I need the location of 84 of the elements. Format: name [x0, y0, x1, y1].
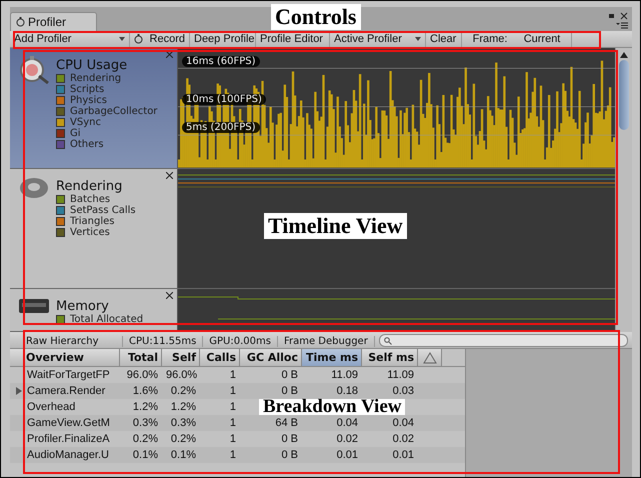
table-cell-text: 0.04: [336, 417, 359, 429]
gpu-time: GPU:0.00ms: [203, 336, 278, 347]
toolbar-button[interactable]: Profile Editor: [256, 31, 330, 47]
column-header[interactable]: Self: [162, 349, 200, 366]
table-cell-text: 1: [228, 369, 237, 381]
table-cell-text: 11.09: [386, 369, 415, 381]
table-cell-text: 0.1%: [132, 449, 159, 461]
profiler-module[interactable]: CPU Usage Rendering Scripts Physics GarbageCollector VSync Gi Others: [10, 48, 178, 168]
dropdown[interactable]: Active Profiler: [330, 31, 426, 47]
table-cell-text: 96.0%: [165, 369, 198, 381]
view-dropdown[interactable]: Raw Hierarchy: [10, 336, 123, 347]
sample-name[interactable]: Camera.Render: [10, 385, 120, 397]
table-cell-text: 0.2%: [132, 433, 159, 445]
table-cell-text: 1: [228, 433, 237, 445]
legend-label: Gi: [70, 128, 81, 139]
legend-label: Batches: [70, 194, 110, 205]
table-cell-text: 0.2%: [170, 433, 197, 445]
annotation-label: Timeline View: [264, 213, 407, 239]
table-cell-text: 0 B: [280, 433, 299, 445]
toolbar-button[interactable]: Deep Profile: [190, 31, 256, 47]
profiler-module[interactable]: Rendering Batches SetPass Calls Triangles Vertices: [10, 168, 178, 288]
table-cell-text: 0 B: [280, 369, 299, 381]
legend-label: Total Allocated: [70, 314, 144, 326]
table-cell-text: 64 B: [274, 417, 299, 429]
guide-label: 5ms (200FPS): [182, 122, 260, 133]
column-header[interactable]: Overview: [10, 349, 120, 366]
table-cell-text: 0.01: [336, 449, 359, 461]
table-cell-text: 1: [228, 401, 237, 413]
table-cell-text: 0.04: [392, 417, 415, 429]
column-header[interactable]: Self ms: [362, 349, 418, 366]
table-cell-text: 1: [228, 417, 237, 429]
dropdown[interactable]: Add Profiler: [10, 31, 130, 47]
table-cell-text: 0 B: [280, 449, 299, 461]
record-button[interactable]: Record: [130, 31, 190, 47]
legend-label: Vertices: [70, 226, 110, 238]
legend-label: Others: [70, 139, 104, 150]
column-header[interactable]: Time ms: [302, 349, 362, 366]
table-cell-text: 0.18: [336, 385, 359, 397]
legend-label: Physics: [70, 95, 107, 106]
table-cell-text: 1: [228, 385, 237, 397]
legend-label: VSync: [70, 117, 101, 128]
table-cell-text: 0.03: [392, 385, 415, 397]
table-cell-text: 0.3%: [170, 417, 197, 429]
column-header[interactable]: Calls: [200, 349, 240, 366]
legend-label: Triangles: [70, 216, 114, 227]
module-title: CPU Usage: [56, 58, 128, 73]
cpu-time: CPU:11.55ms: [123, 336, 204, 347]
annotation-label: Breakdown View: [259, 399, 406, 415]
column-header[interactable]: Total: [120, 349, 162, 366]
frame-label: Frame:: [472, 33, 508, 45]
window-title: Profiler: [28, 15, 66, 29]
legend-label: Scripts: [70, 84, 104, 95]
table-cell-text: 1.2%: [170, 401, 197, 413]
frame-value: Current: [524, 33, 560, 45]
legend-label: Rendering: [70, 73, 122, 84]
legend-label: SetPass Calls: [70, 204, 136, 216]
table-cell-text: 0.1%: [170, 449, 197, 461]
guide-label: 16ms (60FPS): [182, 56, 260, 67]
sample-name[interactable]: Profiler.FinalizeA: [10, 433, 120, 445]
table-cell-text: 0.02: [392, 433, 415, 445]
frame-debugger-button[interactable]: Frame Debugger: [278, 336, 375, 347]
legend-label: GarbageCollector: [70, 106, 158, 117]
table-cell-text: 0.2%: [170, 385, 197, 397]
sample-name[interactable]: GameView.GetM: [10, 417, 120, 429]
table-cell-text: 0.3%: [132, 417, 159, 429]
table-cell-text: 1: [228, 449, 237, 461]
table-cell-text: 0.01: [392, 449, 415, 461]
table-cell-text: 11.09: [330, 369, 359, 381]
table-cell-text: 0 B: [280, 385, 299, 397]
table-cell-text: 1.2%: [132, 401, 159, 413]
profiler-module[interactable]: Memory Total Allocated: [10, 289, 178, 331]
module-title: Rendering: [56, 178, 124, 194]
column-header[interactable]: GC Alloc: [240, 349, 302, 366]
toolbar-button[interactable]: Clear: [426, 31, 462, 47]
annotation-label: Controls: [271, 4, 360, 30]
sample-name[interactable]: WaitForTargetFP: [10, 369, 120, 381]
table-cell-text: 0.02: [336, 433, 359, 445]
profiler-tab[interactable]: Profiler: [10, 12, 98, 31]
module-title: Memory: [56, 299, 109, 314]
sample-name[interactable]: Overhead: [10, 401, 120, 413]
guide-label: 10ms (100FPS): [182, 94, 266, 105]
sample-name[interactable]: AudioManager.U: [10, 449, 120, 461]
table-cell-text: 1.6%: [132, 385, 159, 397]
table-cell-text: 96.0%: [126, 369, 159, 381]
